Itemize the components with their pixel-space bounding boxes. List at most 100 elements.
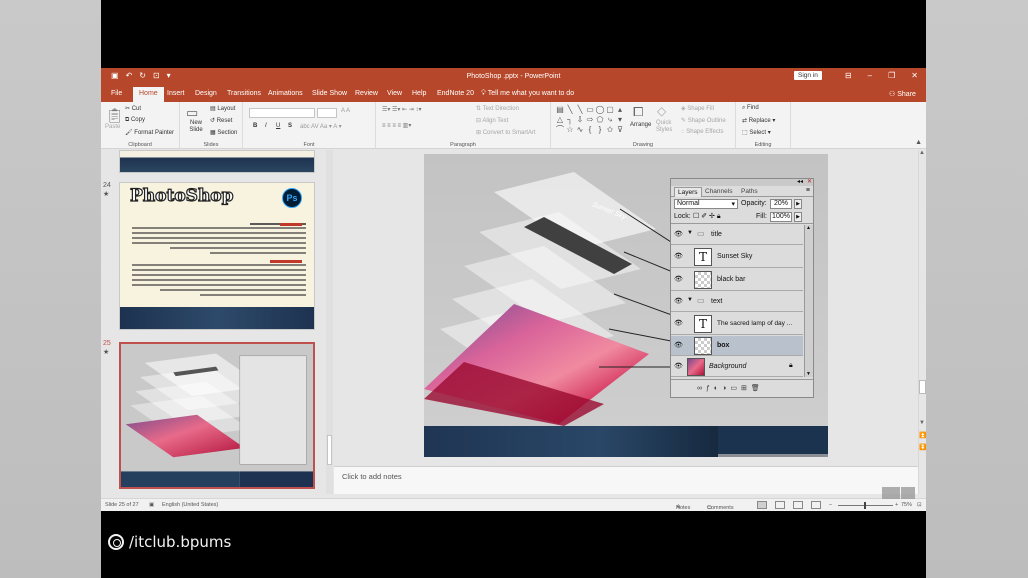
- pentagon-icon[interactable]: ⬠: [595, 115, 605, 125]
- slideshow-view-button[interactable]: [811, 501, 821, 509]
- layer-row-sacred-lamp[interactable]: 👁︎ T The sacred lamp of day ...: [671, 313, 803, 335]
- rounded-rect-icon[interactable]: ▢: [605, 105, 615, 115]
- language-indicator[interactable]: English (United States): [162, 502, 218, 508]
- slide-thumbnail-23[interactable]: [119, 150, 315, 173]
- layer-row-background[interactable]: 👁︎ Background 🔒︎: [671, 357, 803, 377]
- collapse-ribbon-icon[interactable]: ▲: [915, 139, 922, 146]
- thumbnail-scrollbar[interactable]: [326, 150, 333, 494]
- arrange-icon[interactable]: ⧠: [633, 104, 643, 120]
- grow-font-icon[interactable]: A A: [341, 108, 350, 114]
- tab-design[interactable]: Design: [195, 90, 217, 97]
- opacity-input[interactable]: 20%: [770, 199, 792, 209]
- current-slide[interactable]: Sunset Sky ◂◂ ✕ Layers Channels Paths ≡ …: [424, 154, 828, 457]
- arrow-icon[interactable]: ⇩: [575, 115, 585, 125]
- spellcheck-icon[interactable]: ▣: [149, 502, 154, 508]
- tab-slide-show[interactable]: Slide Show: [312, 90, 347, 97]
- reading-view-button[interactable]: [793, 501, 803, 509]
- tab-review[interactable]: Review: [355, 90, 378, 97]
- notes-placeholder[interactable]: Click to add notes: [342, 472, 402, 481]
- list-icons[interactable]: ☰▾ ☰▾ ⇤ ⇥ ↕▾: [382, 106, 422, 113]
- paste-icon[interactable]: 📋︎: [106, 107, 124, 124]
- slide-vertical-scrollbar[interactable]: ▲ ▼ ⏫ ⏬: [918, 150, 926, 494]
- tab-paths[interactable]: Paths: [741, 188, 758, 195]
- arrange-button[interactable]: Arrange: [630, 122, 651, 128]
- zoom-level[interactable]: 75%: [901, 502, 912, 508]
- lock-icons[interactable]: ☐ ✐ ✢ 🔒︎: [693, 212, 721, 221]
- paste-button[interactable]: Paste: [105, 124, 120, 130]
- layer-row-box[interactable]: 👁︎ box: [671, 336, 803, 356]
- eye-icon[interactable]: 👁︎: [674, 252, 683, 260]
- convert-smartart-button[interactable]: ⊞ Convert to SmartArt: [476, 129, 536, 136]
- quick-styles-icon[interactable]: ◇: [657, 104, 666, 118]
- opacity-arrow-icon[interactable]: ▶: [794, 199, 802, 209]
- new-layer-icon[interactable]: ⊞: [741, 385, 751, 392]
- layout-button[interactable]: ▤ Layout: [210, 105, 235, 112]
- line2-icon[interactable]: ╲: [575, 105, 585, 115]
- tell-me-box[interactable]: 💡︎ Tell me what you want to do: [481, 90, 574, 98]
- share-button[interactable]: ⚇ Share: [889, 90, 916, 98]
- expand-shapes-icon[interactable]: ⊽: [615, 125, 625, 135]
- panel-menu-icon[interactable]: ≡: [806, 187, 810, 194]
- tab-help[interactable]: Help: [412, 90, 426, 97]
- arrow-right-icon[interactable]: ⇨: [585, 115, 595, 125]
- cut-button[interactable]: ✂ Cut: [125, 105, 141, 112]
- ribbon-display-icon[interactable]: ⊟: [845, 71, 852, 80]
- align-text-button[interactable]: ⊟ Align Text: [476, 117, 508, 124]
- copy-button[interactable]: ⧉ Copy: [125, 117, 145, 124]
- text-direction-button[interactable]: ⇅ Text Direction: [476, 105, 519, 112]
- eye-icon[interactable]: 👁︎: [674, 319, 683, 327]
- bent-arrow-icon[interactable]: ⤷: [605, 115, 615, 125]
- scroll-thumb[interactable]: [919, 380, 926, 394]
- zoom-out-icon[interactable]: –: [829, 502, 832, 508]
- bold-button[interactable]: B: [253, 123, 257, 129]
- eye-icon[interactable]: 👁︎: [674, 297, 683, 305]
- panel-collapse-icon[interactable]: ◂◂: [797, 178, 803, 185]
- layer-row-title[interactable]: 👁︎ ▼ ▭ title: [671, 225, 803, 245]
- minimize-icon[interactable]: –: [868, 71, 872, 80]
- textbox-icon[interactable]: ▤: [555, 105, 565, 115]
- star-icon[interactable]: ☆: [565, 125, 575, 135]
- panel-close-icon[interactable]: ✕: [807, 178, 812, 185]
- underline-button[interactable]: U: [276, 123, 280, 129]
- tab-home[interactable]: Home: [133, 87, 164, 102]
- rectangle-icon[interactable]: ▭: [585, 105, 595, 115]
- font-extras-icon[interactable]: abc AV Aa ▾ A ▾: [300, 123, 342, 130]
- normal-view-button[interactable]: [757, 501, 767, 509]
- shapes-gallery[interactable]: ▤ ╲ ╲ ▭ ◯ ▢ ▴ △ ┐ ⇩ ⇨ ⬠ ⤷ ▾ ⌒ ☆ ∿{} ✩ ⊽: [555, 105, 625, 135]
- layer-row-sunset-sky[interactable]: 👁︎ T Sunset Sky: [671, 246, 803, 268]
- curve-icon[interactable]: ⌒: [555, 125, 565, 135]
- layer-row-text[interactable]: 👁︎ ▼ ▭ text: [671, 292, 803, 312]
- eye-icon[interactable]: 👁︎: [674, 341, 683, 349]
- eye-icon[interactable]: 👁︎: [674, 230, 683, 238]
- line-icon[interactable]: ╲: [565, 105, 575, 115]
- font-size-box[interactable]: [317, 108, 337, 118]
- shape-fill-button[interactable]: ◈ Shape Fill: [681, 105, 714, 112]
- group-icon[interactable]: ▭: [730, 385, 741, 392]
- sign-in-button[interactable]: Sign in: [794, 71, 822, 80]
- star-small-icon[interactable]: ✩: [605, 125, 615, 135]
- slide-thumbnail-25[interactable]: [119, 342, 315, 489]
- group-expand-icon[interactable]: ▼: [687, 297, 693, 303]
- eye-icon[interactable]: 👁︎: [674, 275, 683, 283]
- thumbnail-scroll-thumb[interactable]: [327, 435, 332, 465]
- oval-icon[interactable]: ◯: [595, 105, 605, 115]
- blend-mode-select[interactable]: Normal ▾: [674, 199, 738, 209]
- scroll-up-icon[interactable]: ▲: [919, 150, 925, 156]
- tab-file[interactable]: File: [111, 90, 122, 97]
- eye-icon[interactable]: 👁︎: [674, 362, 683, 370]
- layers-bottom-toolbar[interactable]: ∞ƒ◐◑▭⊞🗑︎: [671, 379, 813, 397]
- reset-button[interactable]: ↺ Reset: [210, 117, 232, 124]
- elbow-icon[interactable]: ┐: [565, 115, 575, 125]
- trash-icon[interactable]: 🗑︎: [751, 385, 764, 392]
- mask-icon[interactable]: ◐: [714, 385, 722, 392]
- tab-channels[interactable]: Channels: [705, 188, 732, 195]
- brace-right-icon[interactable]: }: [595, 125, 605, 135]
- quick-styles-button[interactable]: Quick Styles: [656, 120, 678, 134]
- shadow-button[interactable]: S: [288, 123, 292, 129]
- fill-input[interactable]: 100%: [770, 212, 792, 222]
- notes-pane[interactable]: Click to add notes: [334, 466, 918, 494]
- fill-arrow-icon[interactable]: ▶: [794, 212, 802, 222]
- new-slide-button[interactable]: New Slide: [185, 120, 207, 134]
- layer-row-black-bar[interactable]: 👁︎ black bar: [671, 269, 803, 291]
- restore-icon[interactable]: ❐: [888, 71, 895, 80]
